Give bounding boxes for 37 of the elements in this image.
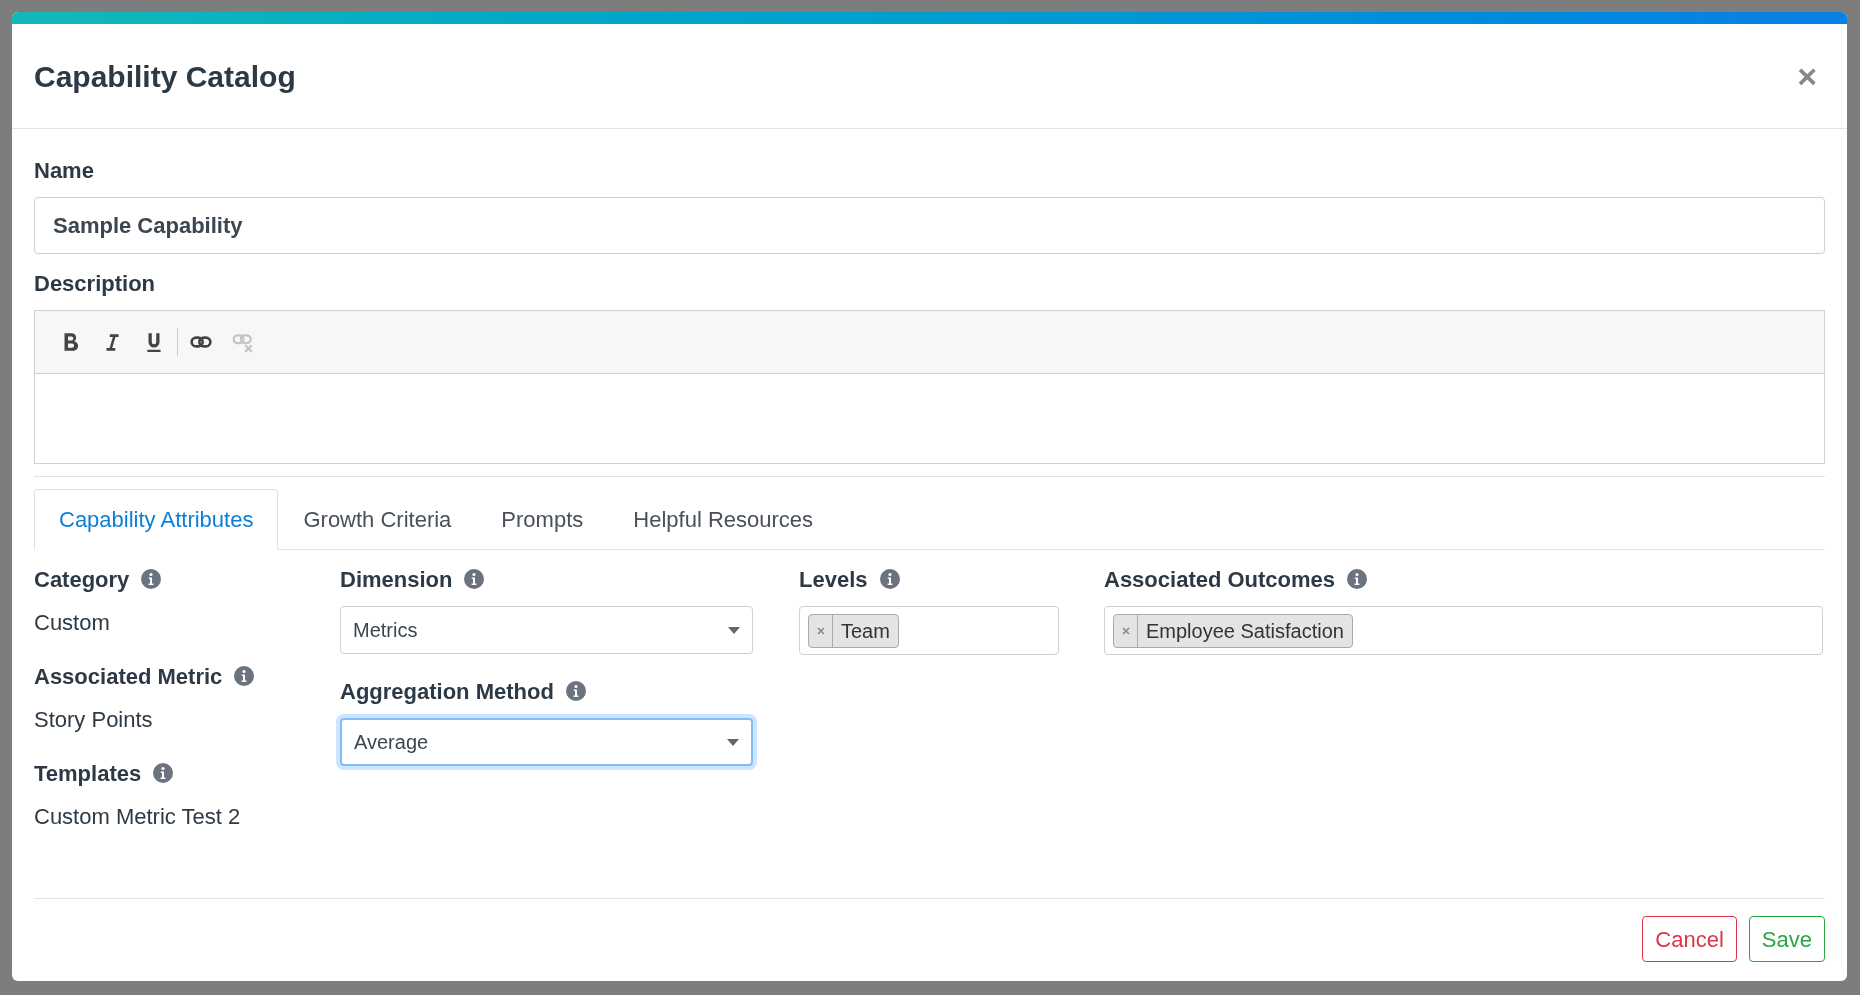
tag: Team	[808, 613, 899, 648]
tab[interactable]: Helpful Resources	[608, 489, 839, 550]
info-icon	[464, 569, 485, 589]
tab[interactable]: Capability Attributes	[34, 489, 279, 550]
cancel-button[interactable]: Cancel	[1642, 916, 1737, 962]
caret-icon	[727, 738, 739, 746]
close-icon	[816, 626, 825, 635]
field-label: Associated Outcomes	[1104, 565, 1336, 594]
info-icon	[234, 666, 255, 686]
field-value: Custom	[34, 609, 111, 637]
dialog-title: Capability Catalog	[34, 58, 296, 95]
tab[interactable]: Prompts	[476, 489, 609, 550]
name-field[interactable]: Sample Capability	[34, 197, 1825, 254]
close-button[interactable]: ×	[1789, 59, 1825, 93]
field-label: Description	[34, 269, 156, 298]
info-icon	[153, 763, 174, 783]
select-field[interactable]: Metrics	[340, 606, 753, 654]
field-label: Associated Metric	[34, 662, 223, 691]
caret-icon	[728, 626, 740, 634]
tag-field[interactable]: Team	[799, 606, 1059, 655]
close-icon	[1121, 626, 1130, 635]
field-value: Custom Metric Test 2	[34, 803, 242, 831]
field-label: Levels	[799, 565, 868, 594]
field-label: Category	[34, 565, 130, 594]
info-icon	[141, 569, 162, 589]
field-label: Templates	[34, 759, 142, 788]
tag-field[interactable]: Employee Satisfaction	[1104, 606, 1823, 655]
field-value: Story Points	[34, 706, 154, 734]
tab[interactable]: Growth Criteria	[278, 489, 477, 550]
field-label: Aggregation Method	[340, 677, 554, 706]
field-label: Name	[34, 156, 94, 185]
tag: Employee Satisfaction	[1113, 613, 1353, 648]
field-label: Dimension	[340, 565, 453, 594]
unlink-icon	[232, 331, 254, 353]
info-icon	[1347, 569, 1368, 589]
info-icon	[879, 569, 900, 589]
info-icon	[565, 681, 586, 701]
